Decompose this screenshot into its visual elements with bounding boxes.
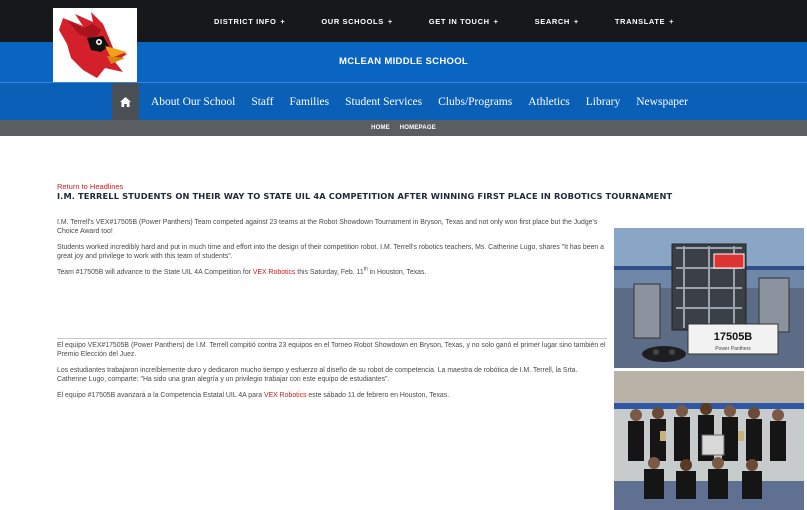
nav-staff[interactable]: Staff xyxy=(243,96,281,108)
plus-icon: + xyxy=(493,16,499,26)
top-utility-nav: DISTRICT INFO + OUR SCHOOLS + GET IN TOUCH… xyxy=(196,0,692,42)
cardinal-logo[interactable] xyxy=(53,8,137,82)
nav-families[interactable]: Families xyxy=(282,96,338,108)
top-nav-translate[interactable]: TRANSLATE + xyxy=(597,17,692,26)
nav-about-our-school[interactable]: About Our School xyxy=(143,96,243,108)
article-divider xyxy=(57,338,607,339)
robot-team-sign-subtext: Power Panthers xyxy=(715,346,751,352)
top-nav-our-schools[interactable]: OUR SCHOOLS + xyxy=(303,17,410,26)
article: Return to Headlines I.M. TERRELL STUDENT… xyxy=(57,182,673,401)
top-nav-district-info[interactable]: DISTRICT INFO + xyxy=(196,17,303,26)
article-paragraph-en-1: I.M. Terrell's VEX#17505B (Power Panther… xyxy=(57,219,598,235)
team-photo xyxy=(614,371,804,510)
nav-student-services[interactable]: Student Services xyxy=(337,96,430,108)
breadcrumb-home[interactable]: HOME xyxy=(371,125,390,131)
robot-photo: 17505B Power Panthers xyxy=(614,228,804,368)
article-headline: I.M. TERRELL STUDENTS ON THEIR WAY TO ST… xyxy=(57,191,673,201)
plus-icon: + xyxy=(573,16,579,26)
vex-robotics-link[interactable]: VEX Robotics xyxy=(253,269,296,276)
main-nav: About Our School Staff Families Student … xyxy=(112,83,696,121)
article-paragraph-es-1: El equipo VEX#17505B (Power Panthers) de… xyxy=(57,341,606,358)
article-paragraph-es-3: El equipo #17505B avanzará a la Competen… xyxy=(57,392,450,400)
nav-athletics[interactable]: Athletics xyxy=(520,96,578,108)
breadcrumb-homepage[interactable]: HOMEPAGE xyxy=(400,125,436,131)
home-icon xyxy=(120,97,131,107)
article-paragraph-en-2: Students worked incredibly hard and put … xyxy=(57,244,605,260)
article-paragraph-en-3: Team #17505B will advance to the State U… xyxy=(57,267,427,277)
plus-icon: + xyxy=(669,16,675,26)
top-nav-search[interactable]: SEARCH + xyxy=(517,17,597,26)
article-paragraph-es-2: Los estudiantes trabajaron increíblement… xyxy=(57,367,578,383)
plus-icon: + xyxy=(387,16,393,26)
nav-clubs-programs[interactable]: Clubs/Programs xyxy=(430,96,520,108)
nav-library[interactable]: Library xyxy=(578,96,628,108)
main-nav-bar: About Our School Staff Families Student … xyxy=(0,82,807,121)
cardinal-icon xyxy=(59,12,127,78)
nav-newspaper[interactable]: Newspaper xyxy=(628,96,696,108)
breadcrumb: HOME HOMEPAGE xyxy=(0,120,807,136)
vex-robotics-link-es[interactable]: VEX Robotics xyxy=(264,392,307,399)
home-nav-button[interactable] xyxy=(112,83,139,121)
plus-icon: + xyxy=(280,16,286,26)
robot-team-sign-text: 17505B xyxy=(714,331,753,343)
return-to-headlines-link[interactable]: Return to Headlines xyxy=(57,182,607,191)
top-nav-get-in-touch[interactable]: GET IN TOUCH + xyxy=(411,17,517,26)
